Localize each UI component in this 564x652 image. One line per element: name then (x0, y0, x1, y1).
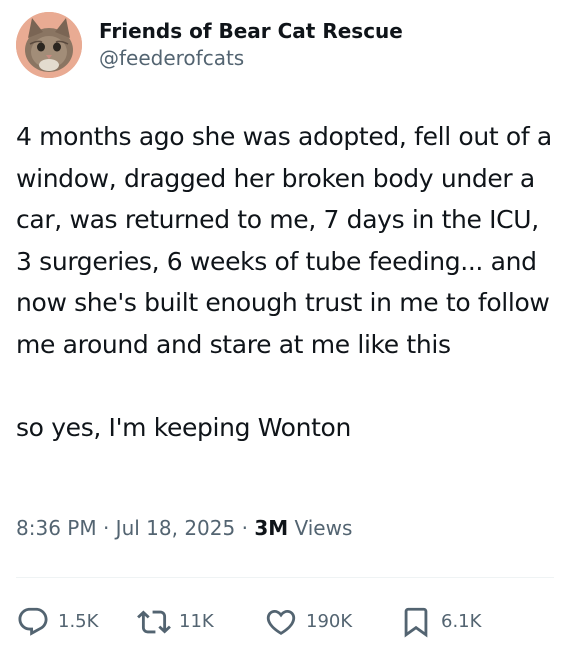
retweet-count: 11K (179, 611, 214, 632)
reply-count: 1.5K (58, 611, 99, 632)
avatar[interactable] (16, 12, 82, 78)
views-label: Views (294, 516, 353, 540)
bookmark-button[interactable]: 6.1K (399, 605, 481, 639)
retweet-button[interactable]: 11K (137, 605, 264, 639)
views-count[interactable]: 3M (254, 516, 288, 540)
tweet-header: Friends of Bear Cat Rescue @feederofcats (16, 12, 548, 78)
heart-icon (266, 609, 296, 635)
action-bar: 1.5K 11K 190K 6.1K (16, 604, 481, 640)
like-count: 190K (306, 611, 353, 632)
tweet-time[interactable]: 8:36 PM (16, 516, 97, 540)
author-handle[interactable]: @feederofcats (99, 44, 403, 72)
author-names: Friends of Bear Cat Rescue @feederofcats (99, 18, 403, 72)
meta-separator: · (102, 516, 110, 540)
tweet: Friends of Bear Cat Rescue @feederofcats… (0, 0, 564, 652)
tweet-text: 4 months ago she was adopted, fell out o… (16, 122, 552, 442)
divider (16, 577, 554, 578)
retweet-icon (137, 610, 171, 634)
tweet-meta: 8:36 PM · Jul 18, 2025 · 3M Views (16, 513, 352, 543)
bookmark-icon (404, 607, 428, 638)
tweet-date[interactable]: Jul 18, 2025 (116, 516, 236, 540)
author-display-name[interactable]: Friends of Bear Cat Rescue (99, 18, 403, 44)
reply-icon (18, 607, 48, 636)
cat-photo-avatar-icon (16, 12, 82, 78)
reply-button[interactable]: 1.5K (16, 605, 137, 639)
meta-separator: · (241, 516, 248, 540)
like-button[interactable]: 190K (264, 605, 399, 639)
bookmark-count: 6.1K (441, 611, 482, 632)
